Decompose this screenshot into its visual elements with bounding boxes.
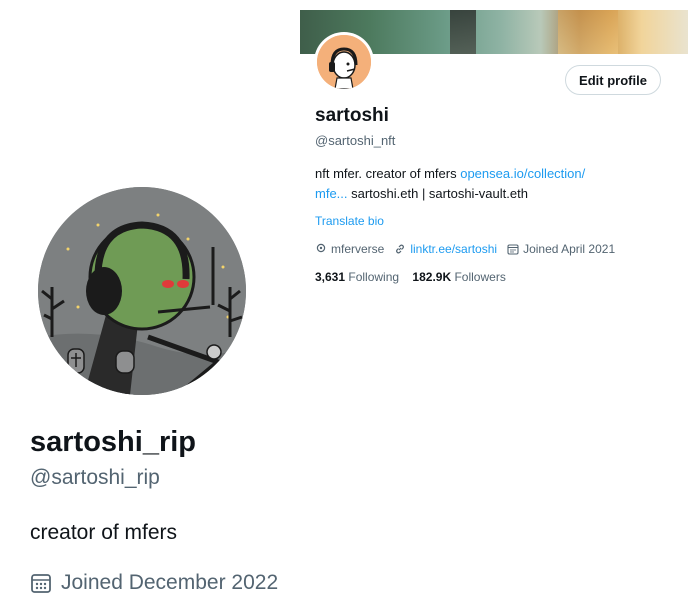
avatar[interactable] xyxy=(314,32,374,92)
link-icon xyxy=(396,244,405,254)
avatar-image xyxy=(317,35,371,89)
location-pin-icon xyxy=(316,243,326,253)
graveyard-mfer-avatar-icon xyxy=(38,187,246,395)
profile-bio-large: creator of mfers xyxy=(30,521,178,544)
profile-name: sartoshi xyxy=(315,105,389,126)
joined-text: Joined April 2021 xyxy=(523,242,616,256)
translate-bio-link[interactable]: Translate bio xyxy=(315,214,384,228)
followers-count: 182.9K xyxy=(412,270,452,284)
following-link[interactable]: 3,631 Following xyxy=(315,270,399,284)
bio-link-cont[interactable]: mfe... xyxy=(315,186,348,201)
following-label: Following xyxy=(348,270,400,284)
followers-label: Followers xyxy=(454,270,506,284)
website-link[interactable]: linktr.ee/sartoshi xyxy=(410,242,497,256)
location-item: mferverse xyxy=(315,242,384,256)
followers-link[interactable]: 182.9K Followers xyxy=(412,270,505,284)
follow-stats: 3,631 Following 182.9K Followers xyxy=(315,270,506,284)
joined-item: Joined April 2021 xyxy=(507,242,615,256)
sartoshi-profile-card: Edit profile sartoshi @sartoshi_nft nft … xyxy=(300,0,688,300)
calendar-icon xyxy=(31,574,51,593)
location-text: mferverse xyxy=(331,242,385,256)
banner-wall xyxy=(558,10,618,54)
joined-text-large: Joined December 2022 xyxy=(61,571,279,594)
profile-meta: mferverse linktr.ee/sartoshi Joined Apri… xyxy=(315,242,625,256)
profile-handle-large: @sartoshi_rip xyxy=(30,466,160,489)
calendar-icon xyxy=(507,244,519,255)
profile-handle: @sartoshi_nft xyxy=(315,133,396,148)
profile-bio: nft mfer. creator of mfers opensea.io/co… xyxy=(315,164,655,204)
edit-profile-button[interactable]: Edit profile xyxy=(565,65,661,95)
following-count: 3,631 xyxy=(315,270,346,284)
large-avatar[interactable] xyxy=(38,187,246,395)
bio-text-end: sartoshi.eth | sartoshi-vault.eth xyxy=(347,186,528,201)
bio-link[interactable]: opensea.io/collection/ xyxy=(460,166,585,181)
mfer-avatar-icon xyxy=(317,35,371,89)
banner-lamp xyxy=(450,10,476,54)
joined-large: Joined December 2022 xyxy=(30,571,278,595)
bio-text: nft mfer. creator of mfers xyxy=(315,166,461,181)
website-item[interactable]: linktr.ee/sartoshi xyxy=(394,242,497,256)
profile-name-large: sartoshi_rip xyxy=(30,426,196,458)
